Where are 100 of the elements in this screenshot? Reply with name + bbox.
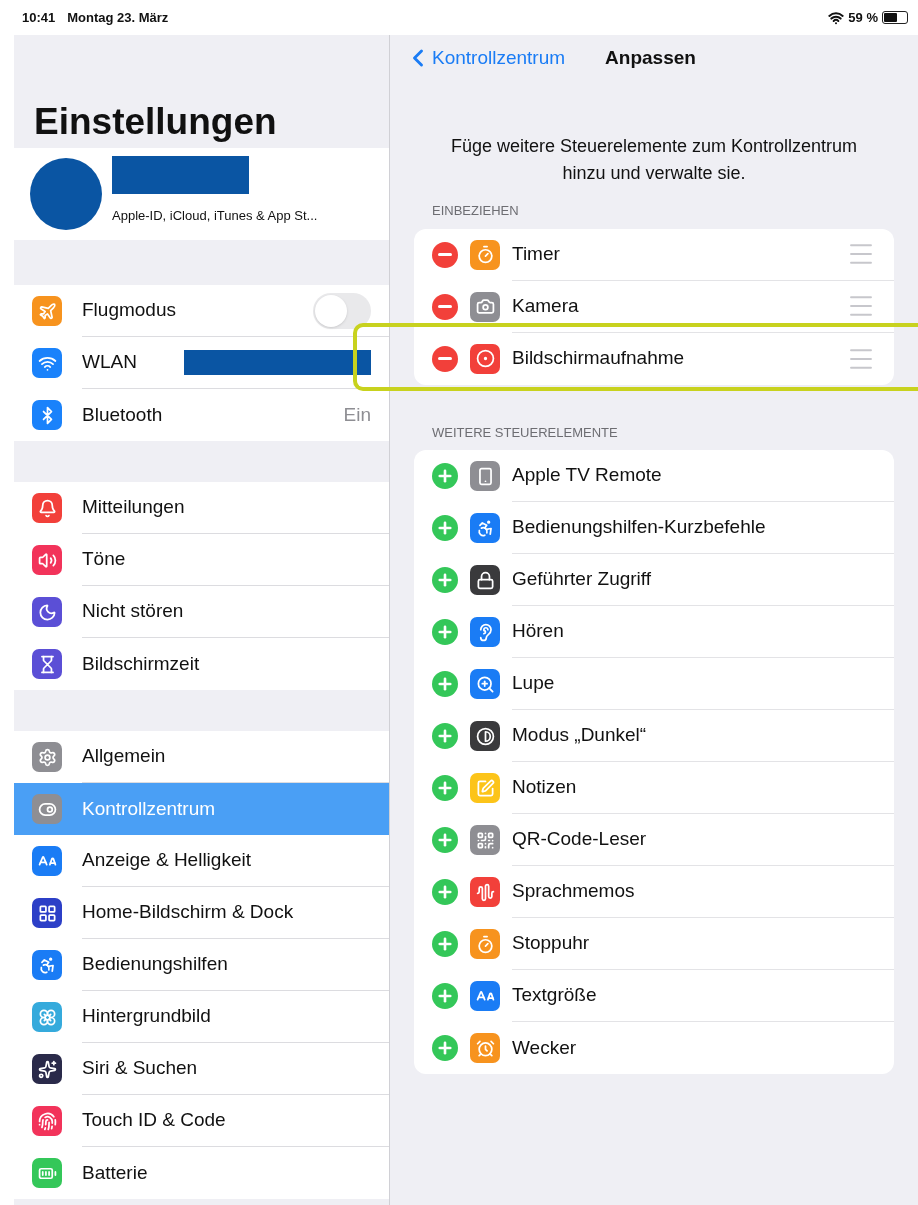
plus-icon — [436, 831, 454, 849]
minus-icon — [438, 357, 452, 360]
plus-icon — [436, 1039, 454, 1057]
control-row[interactable]: Modus „Dunkel“ — [414, 710, 894, 762]
sidebar-item[interactable]: Hintergrundbild — [14, 991, 389, 1043]
sidebar-item[interactable]: Batterie — [14, 1147, 389, 1199]
add-button[interactable] — [432, 931, 458, 957]
control-label: Bildschirmaufnahme — [512, 346, 686, 371]
add-button[interactable] — [432, 775, 458, 801]
sidebar-label: Töne — [82, 547, 127, 572]
status-time: 10:41 — [22, 8, 56, 27]
add-button[interactable] — [432, 1035, 458, 1061]
plus-icon — [436, 571, 454, 589]
control-row[interactable]: Bedienungshilfen-Kurzbefehle — [414, 502, 894, 554]
minus-icon — [438, 253, 452, 256]
nav-title: Anpassen — [605, 45, 696, 70]
plus-icon — [436, 675, 454, 693]
section-header: EINBEZIEHEN — [431, 202, 520, 220]
control-row[interactable]: Kamera — [414, 280, 894, 333]
add-button[interactable] — [432, 671, 458, 697]
plus-icon — [436, 467, 454, 485]
sidebar-label: Bildschirmzeit — [82, 651, 201, 676]
add-button[interactable] — [432, 983, 458, 1009]
sidebar-label: Mitteilungen — [82, 495, 186, 520]
control-row[interactable]: Wecker — [414, 1022, 894, 1074]
control-label: Kamera — [512, 293, 580, 318]
control-label: Modus „Dunkel“ — [512, 723, 648, 748]
sidebar-label: Allgemein — [82, 744, 167, 769]
sidebar-label: Anzeige & Helligkeit — [82, 848, 252, 873]
sidebar-label: Kontrollzentrum — [82, 796, 217, 821]
control-row[interactable]: Lupe — [414, 658, 894, 710]
control-row[interactable]: Apple TV Remote — [414, 450, 894, 502]
control-row[interactable]: QR-Code-Leser — [414, 814, 894, 866]
sidebar-label: Batterie — [82, 1160, 149, 1185]
plus-icon — [436, 623, 454, 641]
sidebar-label: Siri & Suchen — [82, 1056, 199, 1081]
sidebar-item[interactable]: Flugmodus — [14, 285, 389, 337]
sidebar-label: Hintergrundbild — [82, 1004, 212, 1029]
add-button[interactable] — [432, 463, 458, 489]
add-button[interactable] — [432, 827, 458, 853]
control-label: Apple TV Remote — [512, 463, 663, 488]
toggle-switch[interactable] — [313, 292, 371, 329]
sidebar-label: WLAN — [82, 350, 138, 375]
control-row[interactable]: Sprachmemos — [414, 866, 894, 918]
sidebar-item[interactable]: Siri & Suchen — [14, 1043, 389, 1095]
control-label: Lupe — [512, 671, 556, 696]
bluetooth-value: Ein — [343, 402, 371, 427]
control-label: Bedienungshilfen-Kurzbefehle — [512, 515, 767, 540]
add-button[interactable] — [432, 619, 458, 645]
control-row[interactable]: Stoppuhr — [414, 918, 894, 970]
plus-icon — [436, 935, 454, 953]
control-label: QR-Code-Leser — [512, 827, 648, 852]
remove-button[interactable] — [432, 241, 458, 268]
control-label: Notizen — [512, 775, 578, 800]
control-row[interactable]: Timer — [414, 228, 894, 281]
sidebar-item[interactable]: Töne — [14, 534, 389, 586]
add-button[interactable] — [432, 515, 458, 541]
sidebar-item[interactable]: Touch ID & Code — [14, 1095, 389, 1147]
sidebar-item[interactable]: Bluetooth Ein — [14, 389, 389, 441]
control-label: Textgröße — [512, 983, 598, 1008]
add-button[interactable] — [432, 567, 458, 593]
sidebar-label: Bedienungshilfen — [82, 952, 229, 977]
control-row[interactable]: Hören — [414, 606, 894, 658]
control-row[interactable]: Geführter Zugriff — [414, 554, 894, 606]
control-row[interactable]: Bildschirmaufnahme — [414, 332, 894, 385]
sidebar-item[interactable]: Nicht stören — [14, 586, 389, 638]
control-row[interactable]: Textgröße — [414, 970, 894, 1022]
remove-button[interactable] — [432, 293, 458, 320]
control-label: Stoppuhr — [512, 931, 591, 956]
plus-icon — [436, 987, 454, 1005]
sidebar-label: Bluetooth — [82, 402, 164, 427]
sidebar-label: Flugmodus — [82, 298, 177, 323]
sidebar-label: Nicht stören — [82, 599, 185, 624]
minus-icon — [438, 305, 452, 308]
remove-button[interactable] — [432, 345, 458, 372]
page-title: Einstellungen — [34, 103, 277, 140]
sidebar-item[interactable]: Bedienungshilfen — [14, 939, 389, 991]
section-header: WEITERE STEUERELEMENTE — [431, 423, 619, 442]
sidebar-label: Home-Bildschirm & Dock — [82, 900, 295, 925]
description: Füge weitere Steuerelemente zum Kontrollzentrum hinzu und verwalte sie. — [449, 135, 859, 185]
add-button[interactable] — [432, 879, 458, 905]
control-label: Wecker — [512, 1035, 578, 1060]
sidebar-item[interactable]: Bildschirmzeit — [14, 638, 389, 690]
status-date: Montag 23. März — [67, 8, 169, 27]
control-label: Geführter Zugriff — [512, 567, 653, 592]
plus-icon — [436, 779, 454, 797]
battery-icon — [882, 11, 908, 24]
add-button[interactable] — [432, 723, 458, 749]
plus-icon — [436, 883, 454, 901]
sidebar-item[interactable]: Anzeige & Helligkeit — [14, 835, 389, 887]
control-row[interactable]: Notizen — [414, 762, 894, 814]
battery-percent: 59 % — [848, 8, 878, 27]
sidebar-item[interactable]: WLAN — [14, 337, 389, 389]
sidebar-item[interactable]: Mitteilungen — [14, 482, 389, 534]
wifi-icon — [828, 9, 845, 26]
profile-card[interactable]: Apple-ID, iCloud, iTunes & App St... — [14, 148, 389, 240]
control-label: Hören — [512, 619, 565, 644]
sidebar-item[interactable]: Home-Bildschirm & Dock — [14, 887, 389, 939]
profile-subtitle: Apple-ID, iCloud, iTunes & App St... — [112, 207, 318, 226]
sidebar-label: Touch ID & Code — [82, 1108, 227, 1133]
